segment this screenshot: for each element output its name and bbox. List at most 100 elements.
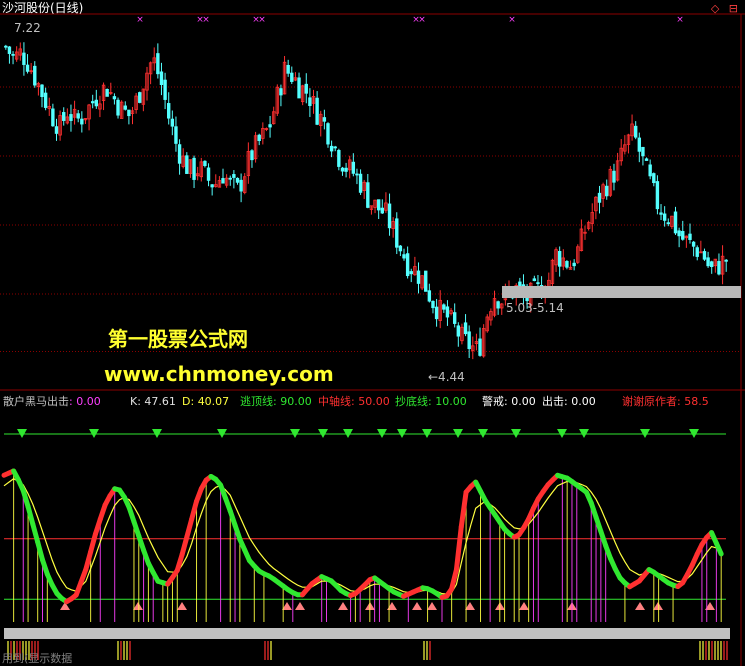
candle-body [167,103,171,119]
candle-body [536,282,540,285]
candle-body [174,126,178,144]
candle-body [177,144,182,164]
candle-body [69,114,73,121]
candle-body [637,137,642,152]
cross-marker: × [676,15,684,25]
candle-body [557,251,562,267]
candle-body [633,125,638,138]
candle-body [376,199,381,211]
candle-body [666,222,670,225]
candle-body [702,251,707,260]
legend-bottom: 抄底线: 10.00 [395,394,467,408]
candle-body [673,211,678,234]
legend-thanks: 谢谢原作者: 58.5 [622,394,709,408]
candle-body [424,270,428,292]
window-corner-icons[interactable]: ◇ ⊟ [711,2,741,15]
candle-body [463,322,468,335]
legend-escape: 逃顶线: 90.00 [240,394,312,408]
low-label: ←4.44 [428,370,465,384]
candle-body [648,164,652,177]
candle-body [22,52,26,65]
candle-body [90,101,95,104]
candle-body [250,150,254,161]
candle-body [452,312,457,324]
candle-body [279,88,283,96]
candle-body [185,155,189,174]
candle-body [326,123,330,145]
candle-body [159,71,164,86]
legend-k: K: 47.61 [130,395,176,408]
candle-body [395,218,399,248]
bottom-gray-bar [4,628,730,639]
range-label: 5.03-5.14 [506,301,564,315]
candle-body [257,134,261,142]
candle-body [681,231,685,240]
candle-body [123,105,127,110]
candle-body [304,83,308,94]
candle-body [605,185,609,197]
candle-body [565,261,569,268]
range-bar [502,286,741,298]
candle-body [366,182,370,208]
candle-body [724,259,728,262]
candle-body [409,271,413,275]
candle-body [659,212,663,215]
candle-body [228,177,232,180]
candle-body [351,161,356,174]
candle-body [94,99,99,107]
candle-body [329,145,334,152]
watermark-line2: www.chnmoney.com [104,362,334,386]
cross-marker: × [202,15,210,25]
candle-body [322,117,327,122]
candle-body [340,167,345,172]
candle-body [43,92,48,108]
candle-body [76,113,80,119]
candle-body [442,304,446,310]
candle-body [688,233,692,240]
candle-body [652,173,656,184]
candle-body [206,167,211,181]
candle-body [644,158,649,161]
candle-body [532,278,537,282]
candle-body [710,261,714,268]
candle-body [691,241,696,247]
candle-body [431,300,435,309]
candle-body [398,245,403,252]
candle-body [597,192,602,203]
candle-body [695,247,699,257]
candle-body [54,126,59,134]
candle-body [62,112,66,121]
candle-body [7,46,12,54]
candle-body [4,45,8,48]
candle-body [337,150,341,167]
candle-body [25,64,30,72]
cross-marker: × [258,15,266,25]
candle-body [434,306,439,320]
candle-body [138,92,142,103]
candle-body [333,146,337,149]
candle-body [315,97,319,125]
candle-body [387,203,392,229]
candle-body [355,173,359,176]
window-title: 沙河股份(日线) [2,1,83,15]
candle-body [612,170,616,183]
candle-body [344,167,348,172]
candle-body [221,178,225,184]
candle-body [235,177,240,183]
candle-body [496,301,500,309]
candle-body [112,96,117,100]
candle-body [467,331,471,350]
candle-body [402,254,406,259]
candle-body [268,124,272,128]
candle-body [105,88,109,97]
candle-body [80,118,84,125]
candle-body [33,65,37,86]
watermark-line1: 第一股票公式网 [108,327,248,351]
cross-marker: × [418,15,426,25]
candle-body [297,77,301,99]
candle-body [478,338,482,356]
legend-strike: 出击: 0.00 [542,394,596,408]
candle-body [290,72,294,82]
candle-body [239,179,243,192]
candle-body [203,160,207,167]
